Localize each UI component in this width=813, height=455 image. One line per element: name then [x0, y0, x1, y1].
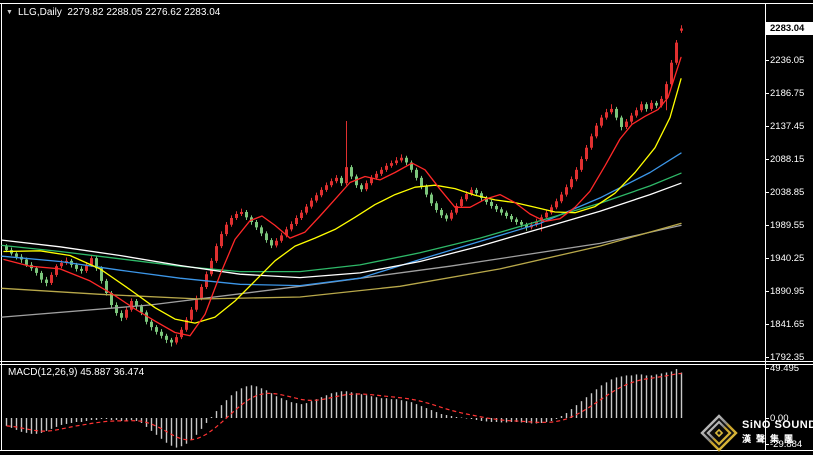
main-chart-canvas[interactable] — [0, 0, 765, 361]
price-axis-tick — [765, 324, 769, 325]
current-price-tag: 2283.04 — [766, 22, 813, 35]
price-axis-tick — [765, 126, 769, 127]
price-axis-label: 2137.45 — [770, 121, 804, 132]
price-axis-tick — [765, 93, 769, 94]
price-axis-tick — [765, 291, 769, 292]
price-axis-label: 2236.05 — [770, 55, 804, 66]
macd-chart-canvas[interactable] — [0, 364, 765, 451]
price-axis-separator[interactable] — [765, 3, 766, 451]
price-axis-label: 1890.95 — [770, 286, 804, 297]
price-axis-tick — [765, 357, 769, 358]
logo-text-en: SiNO SOUND — [742, 419, 813, 431]
price-axis-label: 1940.25 — [770, 253, 804, 264]
macd-axis-label: 49.495 — [770, 363, 799, 374]
sino-sound-logo: SiNO SOUND 漢聲集團 — [700, 414, 813, 452]
price-axis-label: 2038.85 — [770, 187, 804, 198]
logo-text-cn: 漢聲集團 — [742, 432, 813, 445]
price-axis-label: 1989.55 — [770, 220, 804, 231]
price-axis-tick — [765, 192, 769, 193]
price-axis-label: 2088.15 — [770, 154, 804, 165]
price-axis-label: 2186.75 — [770, 88, 804, 99]
price-axis-tick — [765, 225, 769, 226]
chart-window: ▼LLG,Daily 2279.82 2288.05 2276.62 2283.… — [0, 0, 813, 455]
price-axis-tick — [765, 60, 769, 61]
price-axis-tick — [765, 258, 769, 259]
price-axis-label: 1841.65 — [770, 319, 804, 330]
sino-sound-logo-icon — [700, 414, 738, 452]
price-axis-tick — [765, 159, 769, 160]
price-axis-label: 1792.35 — [770, 352, 804, 363]
main-panel-bottom-border — [0, 361, 813, 362]
macd-axis-tick — [765, 368, 769, 369]
